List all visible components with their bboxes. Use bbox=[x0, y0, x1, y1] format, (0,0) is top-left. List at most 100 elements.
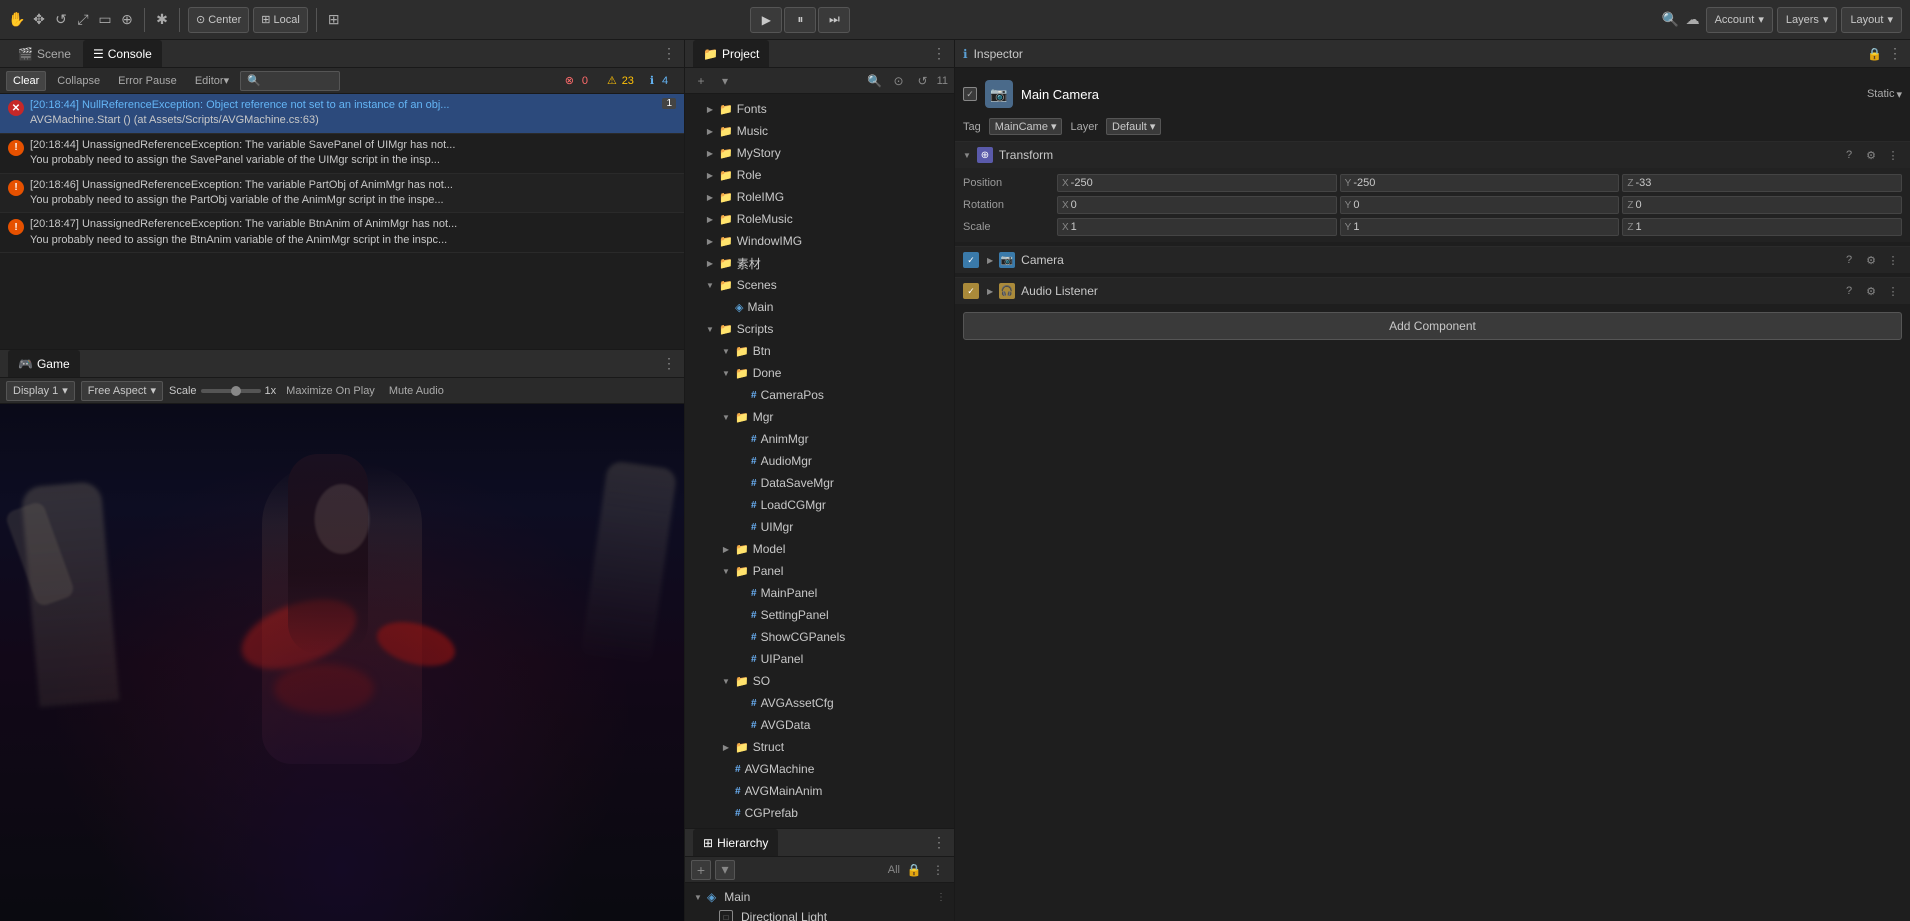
add-asset-button[interactable]: ▾ bbox=[715, 71, 735, 91]
tab-console[interactable]: ☰ Console bbox=[83, 40, 162, 67]
script-showcgpanels[interactable]: # ShowCGPanels bbox=[685, 626, 954, 648]
camera-enabled-checkbox[interactable]: ✓ bbox=[963, 252, 979, 268]
play-button[interactable]: ▶ bbox=[750, 7, 782, 33]
script-audiomgr[interactable]: # AudioMgr bbox=[685, 450, 954, 472]
search-icon[interactable]: 🔍 bbox=[1662, 11, 1680, 29]
script-mainpanel[interactable]: # MainPanel bbox=[685, 582, 954, 604]
layers-button[interactable]: Layers ▾ bbox=[1777, 7, 1838, 33]
folder-rolemusic[interactable]: ▶ 📁 RoleMusic bbox=[685, 208, 954, 230]
audio-help-button[interactable]: ? bbox=[1840, 282, 1858, 300]
transform-component-header[interactable]: ▼ ⊕ Transform ? ⚙ ⋮ bbox=[955, 142, 1910, 168]
pivot-center-button[interactable]: ⊙ Center bbox=[188, 7, 249, 33]
script-loadcgmgr[interactable]: # LoadCGMgr bbox=[685, 494, 954, 516]
folder-scripts[interactable]: ▼ 📁 Scripts bbox=[685, 318, 954, 340]
search-project-icon[interactable]: 🔍 bbox=[865, 71, 885, 91]
inspector-lock-button[interactable]: 🔒 bbox=[1867, 47, 1882, 61]
cloud-icon[interactable]: ☁ bbox=[1684, 11, 1702, 29]
tab-project[interactable]: 📁 Project bbox=[693, 40, 769, 67]
folder-windowimg[interactable]: ▶ 📁 WindowIMG bbox=[685, 230, 954, 252]
rotation-z-field[interactable]: Z 0 bbox=[1622, 196, 1902, 214]
coord-local-button[interactable]: ⊞ Local bbox=[253, 7, 308, 33]
folder-scenes[interactable]: ▼ 📁 Scenes bbox=[685, 274, 954, 296]
scene-main[interactable]: ◈ Main bbox=[685, 296, 954, 318]
component-menu-button[interactable]: ⋮ bbox=[1884, 146, 1902, 164]
hierarchy-menu-icon[interactable]: ⋮ bbox=[928, 860, 948, 880]
folder-mgr[interactable]: ▼ 📁 Mgr bbox=[685, 406, 954, 428]
refresh-icon[interactable]: ↺ bbox=[913, 71, 933, 91]
game-panel-menu[interactable]: ⋮ bbox=[662, 355, 676, 372]
folder-roleimg[interactable]: ▶ 📁 RoleIMG bbox=[685, 186, 954, 208]
add-component-button[interactable]: Add Component bbox=[963, 312, 1902, 340]
console-entry[interactable]: ✕ [20:18:44] NullReferenceException: Obj… bbox=[0, 94, 684, 134]
add-folder-button[interactable]: + bbox=[691, 71, 711, 91]
position-z-field[interactable]: Z -33 bbox=[1622, 174, 1902, 192]
script-datasavemgr[interactable]: # DataSaveMgr bbox=[685, 472, 954, 494]
folder-panel[interactable]: ▼ 📁 Panel bbox=[685, 560, 954, 582]
rect-tool[interactable]: ▭ bbox=[96, 11, 114, 29]
layout-button[interactable]: Layout ▾ bbox=[1841, 7, 1902, 33]
position-y-field[interactable]: Y -250 bbox=[1340, 174, 1620, 192]
tab-hierarchy[interactable]: ⊞ Hierarchy bbox=[693, 829, 778, 856]
scale-tool[interactable]: ⤢ bbox=[74, 11, 92, 29]
editor-button[interactable]: Editor ▾ bbox=[188, 71, 236, 91]
rotation-x-field[interactable]: X 0 bbox=[1057, 196, 1337, 214]
tab-scene[interactable]: 🎬 Scene bbox=[8, 40, 81, 67]
script-uipanel[interactable]: # UIPanel bbox=[685, 648, 954, 670]
filter-icon[interactable]: ⊙ bbox=[889, 71, 909, 91]
object-static[interactable]: Static ▾ bbox=[1867, 88, 1902, 101]
hierarchy-lock-icon[interactable]: 🔒 bbox=[904, 860, 924, 880]
scale-x-field[interactable]: X 1 bbox=[1057, 218, 1337, 236]
folder-done[interactable]: ▼ 📁 Done bbox=[685, 362, 954, 384]
script-cgprefab[interactable]: # CGPrefab bbox=[685, 802, 954, 824]
tag-dropdown[interactable]: MainCame ▾ bbox=[989, 118, 1063, 135]
folder-fonts[interactable]: ▶ 📁 Fonts bbox=[685, 98, 954, 120]
scale-z-field[interactable]: Z 1 bbox=[1622, 218, 1902, 236]
script-avgassetcfg[interactable]: # AVGAssetCfg bbox=[685, 692, 954, 714]
script-uimgr[interactable]: # UIMgr bbox=[685, 516, 954, 538]
script-avgmainanim[interactable]: # AVGMainAnim bbox=[685, 780, 954, 802]
warn-badge[interactable]: ⚠ 23 bbox=[602, 73, 641, 88]
camera-menu-button[interactable]: ⋮ bbox=[1884, 251, 1902, 269]
camera-settings-button[interactable]: ⚙ bbox=[1862, 251, 1880, 269]
move-tool[interactable]: ✥ bbox=[30, 11, 48, 29]
transform-tool[interactable]: ⊕ bbox=[118, 11, 136, 29]
console-search-input[interactable] bbox=[240, 71, 340, 91]
layer-dropdown[interactable]: Default ▾ bbox=[1106, 118, 1161, 135]
console-entry[interactable]: ! [20:18:47] UnassignedReferenceExceptio… bbox=[0, 213, 684, 253]
script-camerapos[interactable]: # CameraPos bbox=[685, 384, 954, 406]
console-entry[interactable]: ! [20:18:46] UnassignedReferenceExceptio… bbox=[0, 174, 684, 214]
rotate-tool[interactable]: ↺ bbox=[52, 11, 70, 29]
folder-mystory[interactable]: ▶ 📁 MyStory bbox=[685, 142, 954, 164]
audio-menu-button[interactable]: ⋮ bbox=[1884, 282, 1902, 300]
console-entry[interactable]: ! [20:18:44] UnassignedReferenceExceptio… bbox=[0, 134, 684, 174]
component-help-button[interactable]: ? bbox=[1840, 146, 1858, 164]
scene-menu-button[interactable]: ⋮ bbox=[936, 892, 946, 903]
mute-audio-button[interactable]: Mute Audio bbox=[385, 383, 448, 399]
scale-slider[interactable] bbox=[201, 389, 261, 393]
error-badge[interactable]: ⊗ 0 bbox=[560, 73, 598, 88]
folder-role[interactable]: ▶ 📁 Role bbox=[685, 164, 954, 186]
camera-help-button[interactable]: ? bbox=[1840, 251, 1858, 269]
project-panel-menu[interactable]: ⋮ bbox=[932, 45, 946, 62]
folder-struct[interactable]: ▶ 📁 Struct bbox=[685, 736, 954, 758]
maximize-on-play-button[interactable]: Maximize On Play bbox=[282, 383, 379, 399]
account-button[interactable]: Account ▾ bbox=[1706, 7, 1773, 33]
hierarchy-panel-menu[interactable]: ⋮ bbox=[932, 834, 946, 851]
clear-button[interactable]: Clear bbox=[6, 71, 46, 91]
pause-button[interactable]: ⏸ bbox=[784, 7, 816, 33]
tab-game[interactable]: 🎮 Game bbox=[8, 350, 80, 377]
hierarchy-item-directional-light[interactable]: □ Directional Light bbox=[685, 907, 954, 921]
inspector-menu-button[interactable]: ⋮ bbox=[1888, 45, 1902, 62]
display-dropdown[interactable]: Display 1 ▾ bbox=[6, 381, 75, 401]
step-button[interactable]: ⏭ bbox=[818, 7, 850, 33]
component-settings-button[interactable]: ⚙ bbox=[1862, 146, 1880, 164]
object-enabled-checkbox[interactable]: ✓ bbox=[963, 87, 977, 101]
audio-enabled-checkbox[interactable]: ✓ bbox=[963, 283, 979, 299]
audio-component-header[interactable]: ✓ ▶ 🎧 Audio Listener ? ⚙ ⋮ bbox=[955, 278, 1910, 304]
position-x-field[interactable]: X -250 bbox=[1057, 174, 1337, 192]
script-avgdata[interactable]: # AVGData bbox=[685, 714, 954, 736]
rotation-y-field[interactable]: Y 0 bbox=[1340, 196, 1620, 214]
audio-settings-button[interactable]: ⚙ bbox=[1862, 282, 1880, 300]
more-tool[interactable]: ✱ bbox=[153, 11, 171, 29]
folder-music[interactable]: ▶ 📁 Music bbox=[685, 120, 954, 142]
